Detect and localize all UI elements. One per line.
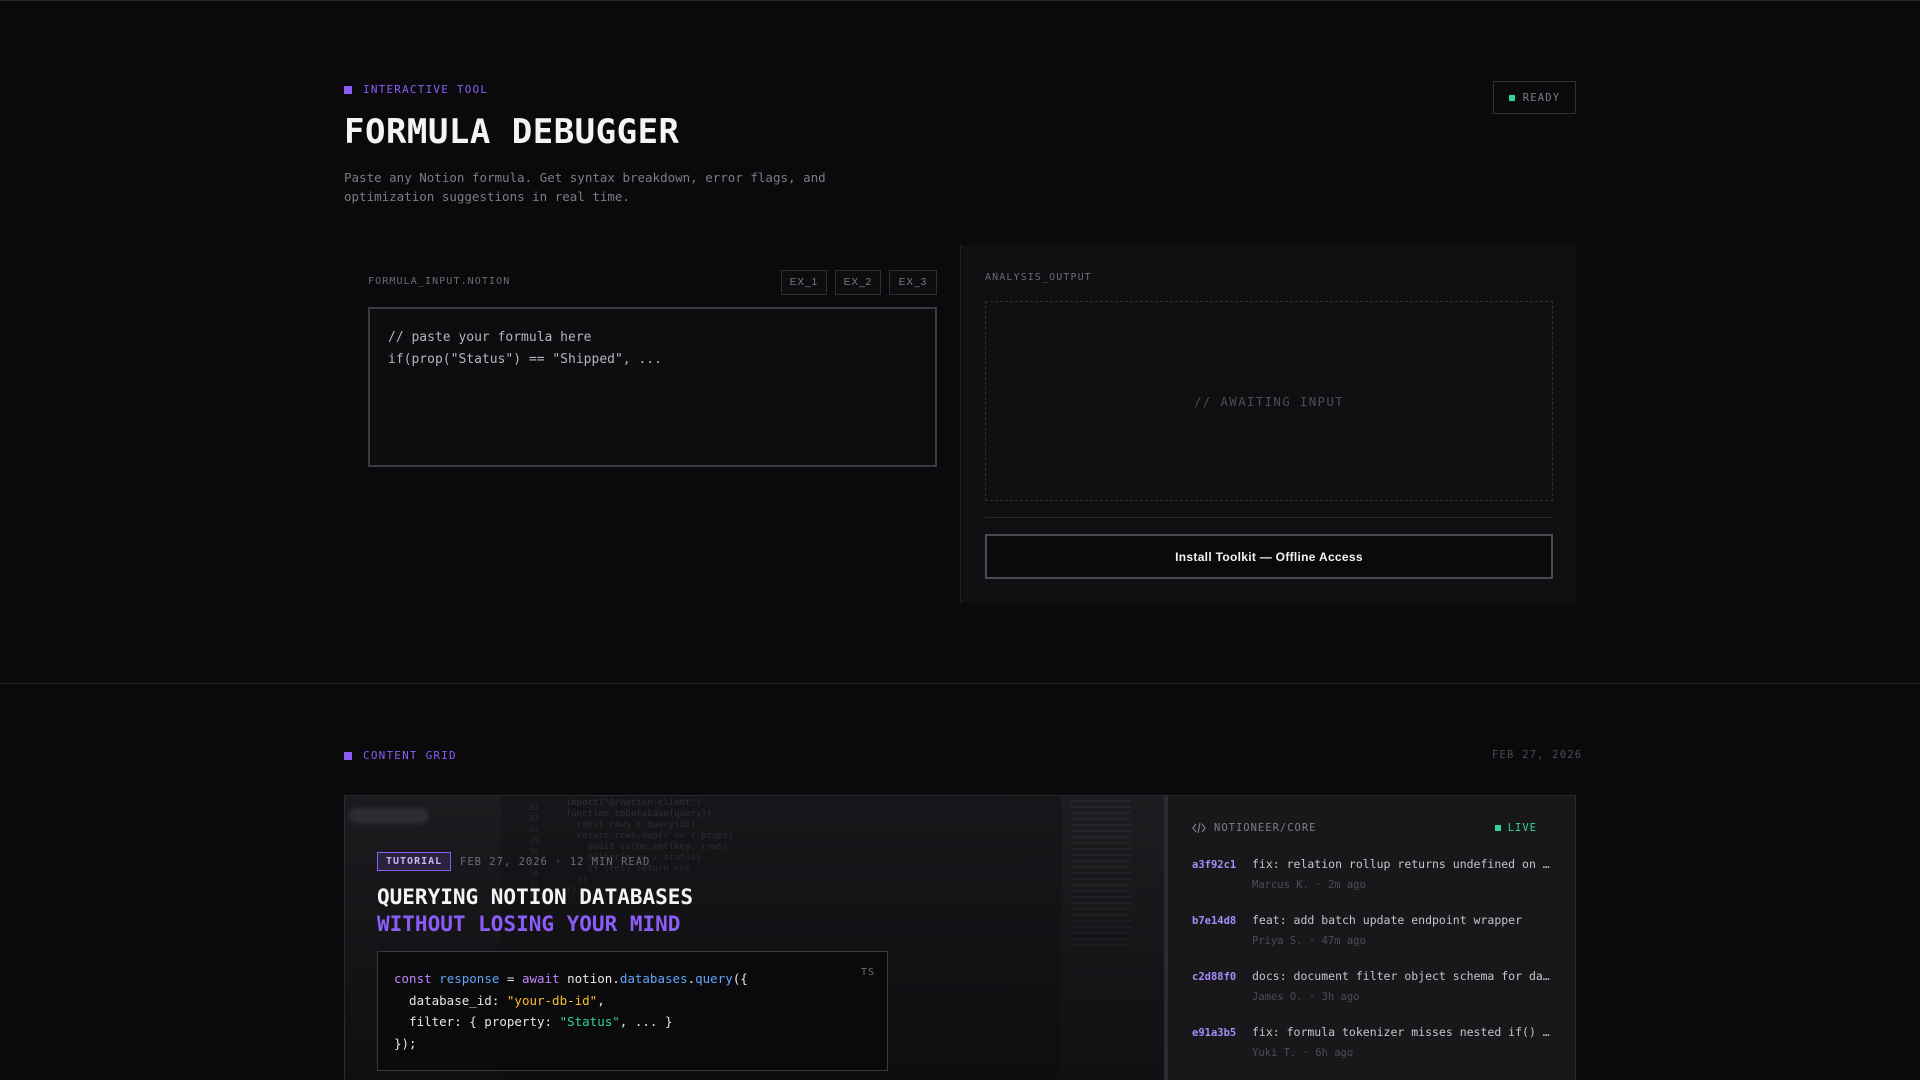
page-subtitle: Paste any Notion formula. Get syntax bre… (344, 170, 826, 204)
tutorial-tag: TUTORIAL (377, 852, 452, 871)
commit-message: docs: document filter object schema for … (1252, 969, 1552, 983)
article-meta: FEB 27, 2026 · 12 MIN READ (460, 856, 651, 868)
tool-eyebrow: INTERACTIVE TOOL (344, 83, 488, 96)
code-token: ({ (732, 971, 748, 986)
commit-time: 6h ago (1315, 1047, 1354, 1059)
formula-editor[interactable]: // paste your formula here if(prop("Stat… (368, 307, 937, 467)
status-dot-icon (1508, 94, 1515, 101)
commit-time: 47m ago (1321, 935, 1366, 947)
status-badge: READY (1493, 81, 1576, 114)
code-token: filter: { property: (394, 1014, 560, 1029)
code-token: = (499, 971, 522, 986)
code-token: response (439, 971, 500, 986)
top-border (0, 0, 1920, 1)
code-token: , ... } (619, 1014, 673, 1029)
commit-hash[interactable]: e91a3b5 (1192, 1027, 1236, 1039)
code-token: databases (619, 971, 688, 986)
code-token: }); (394, 1035, 417, 1051)
tool-eyebrow-label: INTERACTIVE TOOL (363, 83, 489, 96)
commit-author-line: Marcus K. · 2m ago (1252, 879, 1366, 891)
code-token: "Status" (559, 1014, 620, 1029)
install-toolkit-button[interactable]: Install Toolkit — Offline Access (985, 534, 1553, 579)
repo-header: NOTIONEER/CORE (1192, 822, 1317, 834)
code-icon (1192, 822, 1206, 834)
repo-name[interactable]: NOTIONEER/CORE (1214, 822, 1317, 834)
commit-author-line: Yuki T. · 6h ago (1252, 1047, 1354, 1059)
section-divider (0, 683, 1920, 684)
commit-author: Yuki T. (1252, 1047, 1297, 1059)
example-button-1[interactable]: EX_1 (781, 270, 827, 295)
commit-hash[interactable]: a3f92c1 (1192, 859, 1236, 871)
live-dot-icon (1494, 825, 1501, 831)
example-button-3[interactable]: EX_3 (889, 270, 937, 295)
commit-time: 2m ago (1327, 879, 1366, 891)
example-button-2[interactable]: EX_2 (835, 270, 881, 295)
code-token: "your-db-id" (506, 992, 598, 1008)
code-snippet: TS const response = await notion.database… (377, 951, 888, 1071)
grid-eyebrow: CONTENT GRID (344, 749, 457, 762)
awaiting-input-text: // AWAITING INPUT (1193, 393, 1345, 409)
repo-activity-panel: NOTIONEER/CORE LIVE a3f92c1 fix: relatio… (1165, 795, 1576, 1080)
commit-author: Priya S. (1252, 935, 1303, 947)
divider (985, 517, 1553, 518)
code-token: . (687, 971, 696, 986)
code-language-label: TS (860, 967, 875, 978)
commit-hash[interactable]: b7e14d8 (1192, 915, 1236, 927)
code-token: , (597, 992, 605, 1008)
article-card[interactable]: 32 33 34 35 36 37 38 39 40 import("@/not… (344, 795, 1165, 1080)
commit-message: fix: relation rollup returns undefined o… (1252, 857, 1552, 871)
grid-date: FEB 27, 2026 (1492, 749, 1583, 761)
analysis-output-panel: ANALYSIS_OUTPUT // AWAITING INPUT Instal… (960, 245, 1576, 603)
analysis-output-box: // AWAITING INPUT (985, 301, 1553, 501)
article-title-line1: QUERYING NOTION DATABASES (377, 885, 694, 909)
code-token: notion. (559, 971, 620, 986)
page-title: FORMULA DEBUGGER (344, 112, 680, 152)
article-title[interactable]: QUERYING NOTION DATABASES WITHOUT LOSING… (377, 884, 693, 938)
code-token: database_id: (394, 992, 507, 1008)
code-token: query (695, 971, 733, 986)
live-label: LIVE (1507, 822, 1537, 834)
commit-author-line: Priya S. · 47m ago (1252, 935, 1366, 947)
analysis-output-label: ANALYSIS_OUTPUT (985, 272, 1092, 283)
live-indicator: LIVE (1494, 822, 1537, 834)
article-title-line2: WITHOUT LOSING YOUR MIND (377, 912, 681, 936)
commit-hash[interactable]: c2d88f0 (1192, 971, 1236, 983)
commit-author: Marcus K. (1252, 879, 1309, 891)
commit-message: fix: formula tokenizer misses nested if(… (1252, 1025, 1552, 1039)
code-token: const (394, 971, 432, 986)
commit-time: 3h ago (1321, 991, 1360, 1003)
status-label: READY (1522, 91, 1561, 104)
commit-author-line: James O. · 3h ago (1252, 991, 1360, 1003)
square-marker-icon (344, 751, 352, 760)
code-token: await (521, 971, 560, 986)
commit-message: feat: add batch update endpoint wrapper (1252, 913, 1523, 927)
grid-eyebrow-label: CONTENT GRID (363, 749, 457, 762)
square-marker-icon (344, 85, 352, 94)
commit-author: James O. (1252, 991, 1303, 1003)
formula-input-label: FORMULA_INPUT.NOTION (368, 276, 511, 287)
